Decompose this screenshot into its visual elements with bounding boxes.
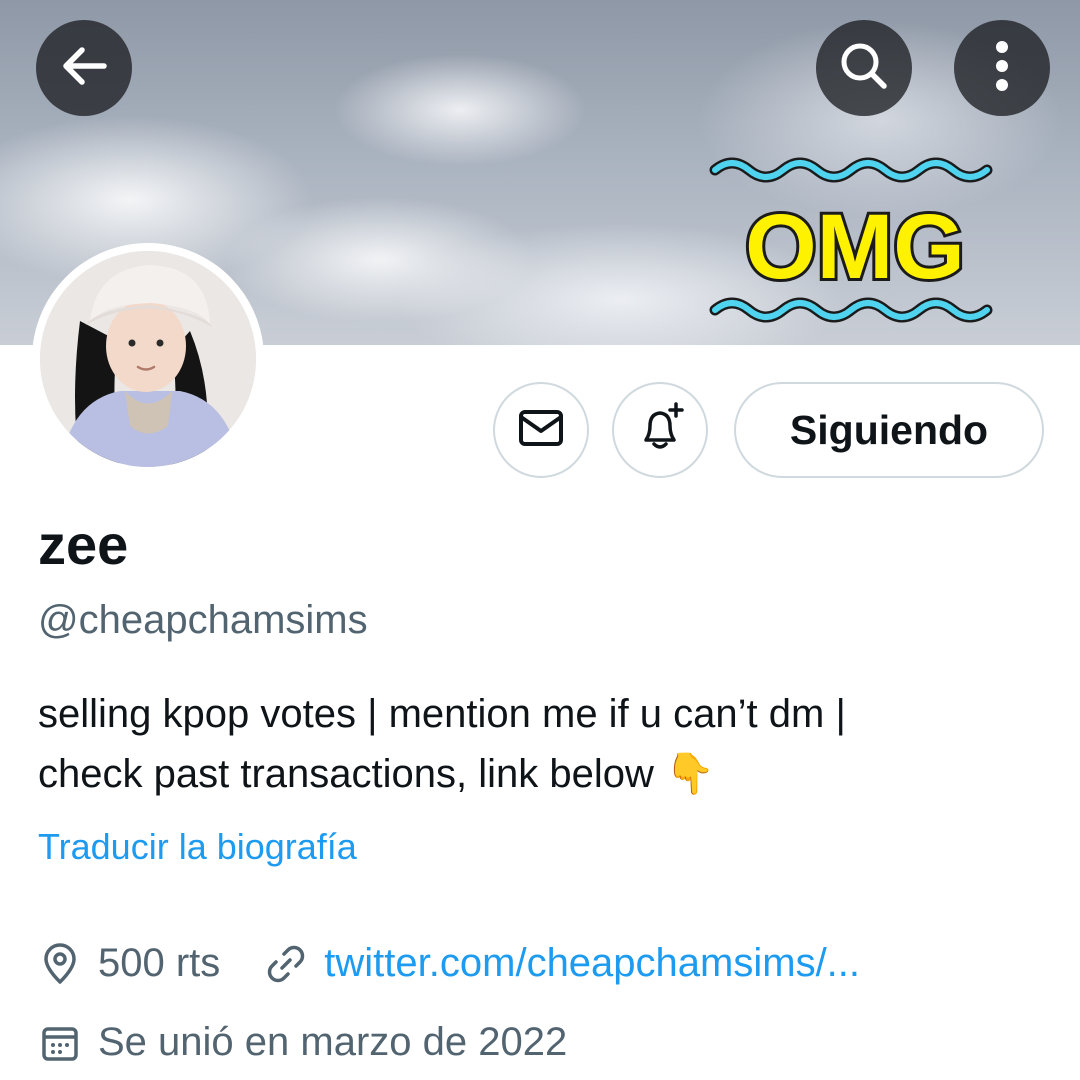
avatar-ring[interactable] <box>32 243 264 475</box>
website-link[interactable]: twitter.com/cheapchamsims/... <box>324 941 860 986</box>
notify-button[interactable] <box>612 382 708 478</box>
bio-line-1: selling kpop votes | mention me if u can… <box>38 692 846 736</box>
mail-icon <box>516 403 566 458</box>
omg-text: OMG <box>745 196 965 298</box>
back-button[interactable] <box>36 20 132 116</box>
arrow-left-icon <box>56 38 112 99</box>
message-button[interactable] <box>493 382 589 478</box>
following-button[interactable]: Siguiendo <box>734 382 1044 478</box>
more-vertical-icon <box>992 38 1012 99</box>
bio-line-2: check past transactions, link below 👇 <box>38 752 715 796</box>
location-pin-icon <box>38 942 82 986</box>
translate-bio-link[interactable]: Traducir la biografía <box>38 826 357 868</box>
meta-row-location-website: 500 rts twitter.com/cheapchamsims/... <box>38 941 860 986</box>
joined-date-text: Se unió en marzo de 2022 <box>98 1020 568 1064</box>
bell-plus-icon <box>632 400 688 461</box>
search-icon <box>836 38 892 99</box>
link-icon <box>264 942 308 986</box>
calendar-icon <box>38 1021 82 1065</box>
location-text: 500 rts <box>98 941 221 985</box>
omg-sticker: OMG <box>705 150 1005 335</box>
more-button[interactable] <box>954 20 1050 116</box>
display-name: zee <box>38 513 129 576</box>
search-button[interactable] <box>816 20 912 116</box>
user-handle: @cheapchamsims <box>38 598 368 642</box>
avatar <box>40 251 256 467</box>
meta-row-joined: Se unió en marzo de 2022 <box>38 1020 567 1065</box>
bio: selling kpop votes | mention me if u can… <box>38 684 1048 804</box>
